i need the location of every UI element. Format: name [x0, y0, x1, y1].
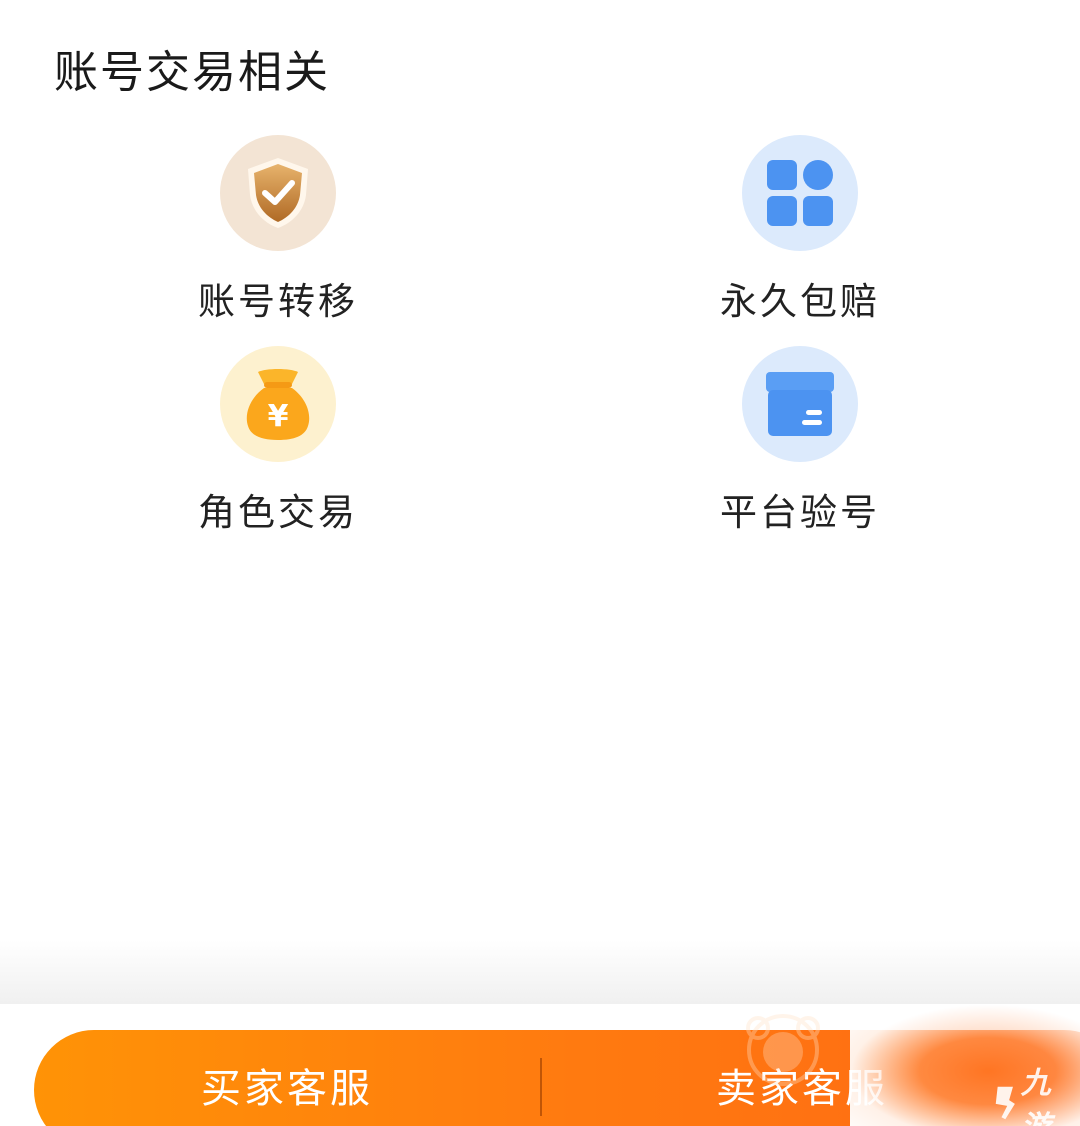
box-icon — [742, 346, 858, 462]
role-trading-label: 角色交易 — [198, 491, 358, 534]
permanent-compensation-label: 永久包赔 — [720, 280, 880, 323]
account-transfer-label: 账号转移 — [198, 280, 358, 323]
svg-text:¥: ¥ — [268, 399, 289, 434]
apps-grid-icon — [742, 135, 858, 251]
mascot-icon — [746, 1014, 820, 1086]
nine-game-logo-icon — [995, 1086, 1015, 1120]
account-transfer-button[interactable]: 账号转移 — [128, 135, 428, 325]
shield-check-icon — [220, 135, 336, 251]
money-bag-icon: ¥ — [220, 346, 336, 462]
role-trading-button[interactable]: ¥ 角色交易 — [128, 346, 428, 536]
watermark-text: 九游 — [1020, 1066, 1052, 1126]
permanent-compensation-button[interactable]: 永久包赔 — [650, 135, 950, 325]
section-title: 账号交易相关 — [54, 47, 330, 98]
buyer-service-label: 买家客服 — [201, 1066, 373, 1112]
bottom-shadow — [0, 940, 1080, 1004]
platform-verification-button[interactable]: 平台验号 — [650, 346, 950, 536]
watermark: 九游 — [990, 1066, 1080, 1126]
platform-verification-label: 平台验号 — [720, 491, 880, 534]
buyer-service-button[interactable]: 买家客服 — [34, 1030, 540, 1126]
page: 账号交易相关 账号转移 永久包赔 ¥ 角色交易 平台验号 买家客服 卖家客服 九 — [0, 0, 1080, 1126]
divider — [540, 1058, 542, 1116]
